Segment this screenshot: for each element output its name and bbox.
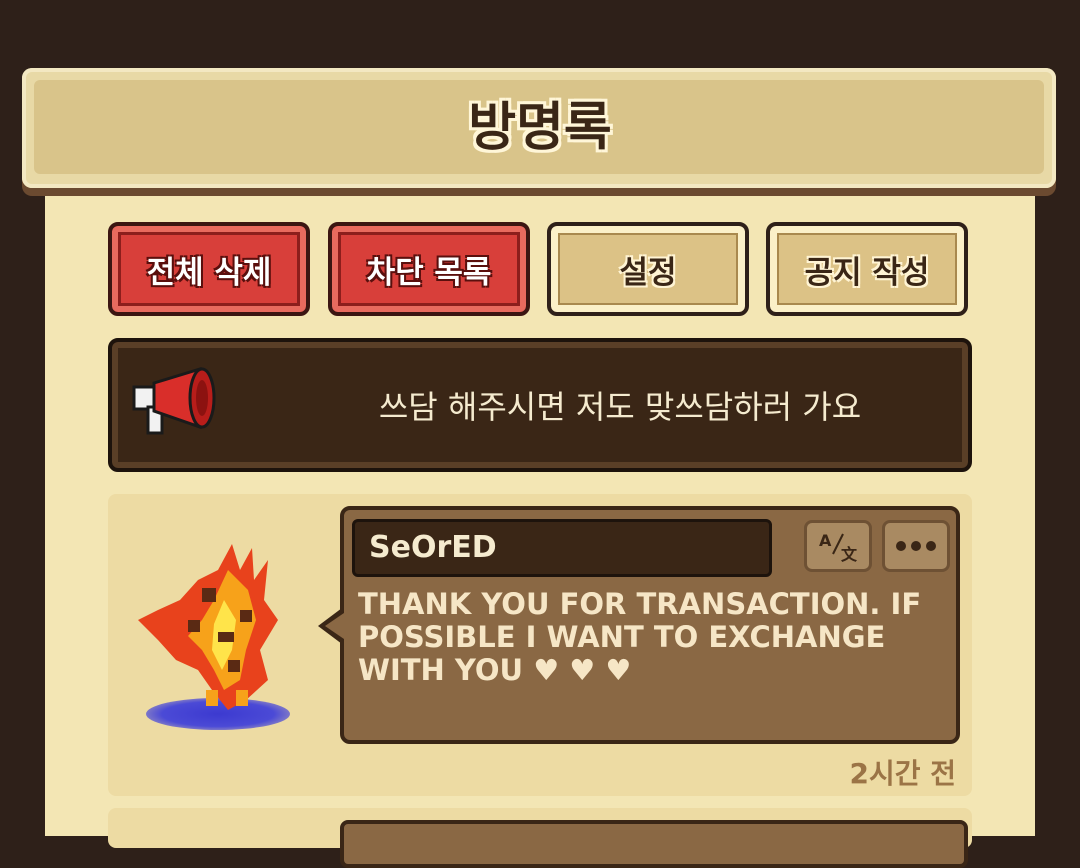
message-bubble-next	[340, 820, 968, 868]
author-name[interactable]: SeOrED	[352, 519, 772, 577]
more-options-button[interactable]	[882, 520, 950, 572]
bubble-tail-inner	[325, 613, 344, 639]
block-list-button[interactable]: 차단 목록	[328, 222, 530, 316]
notice-banner: 쓰담 해주시면 저도 맞쓰담하러 가요	[108, 338, 972, 472]
translate-icon: A 文	[819, 531, 858, 564]
more-options-icon	[896, 541, 936, 551]
delete-all-button[interactable]: 전체 삭제	[108, 222, 310, 316]
fire-dragon-avatar[interactable]	[128, 540, 298, 730]
translate-button[interactable]: A 文	[804, 520, 872, 572]
entry-message: THANK YOU FOR TRANSACTION. IF POSSIBLE I…	[358, 587, 922, 687]
notice-text: 쓰담 해주시면 저도 맞쓰담하러 가요	[378, 388, 862, 426]
svg-text:A: A	[819, 531, 832, 550]
guestbook-entry-next	[108, 808, 972, 868]
entry-timestamp: 2시간 전	[849, 757, 956, 790]
settings-button[interactable]: 설정	[547, 222, 749, 316]
page-title: 방명록	[468, 98, 612, 158]
write-notice-button[interactable]: 공지 작성	[766, 222, 968, 316]
svg-text:文: 文	[841, 545, 858, 564]
megaphone-icon	[132, 366, 216, 435]
